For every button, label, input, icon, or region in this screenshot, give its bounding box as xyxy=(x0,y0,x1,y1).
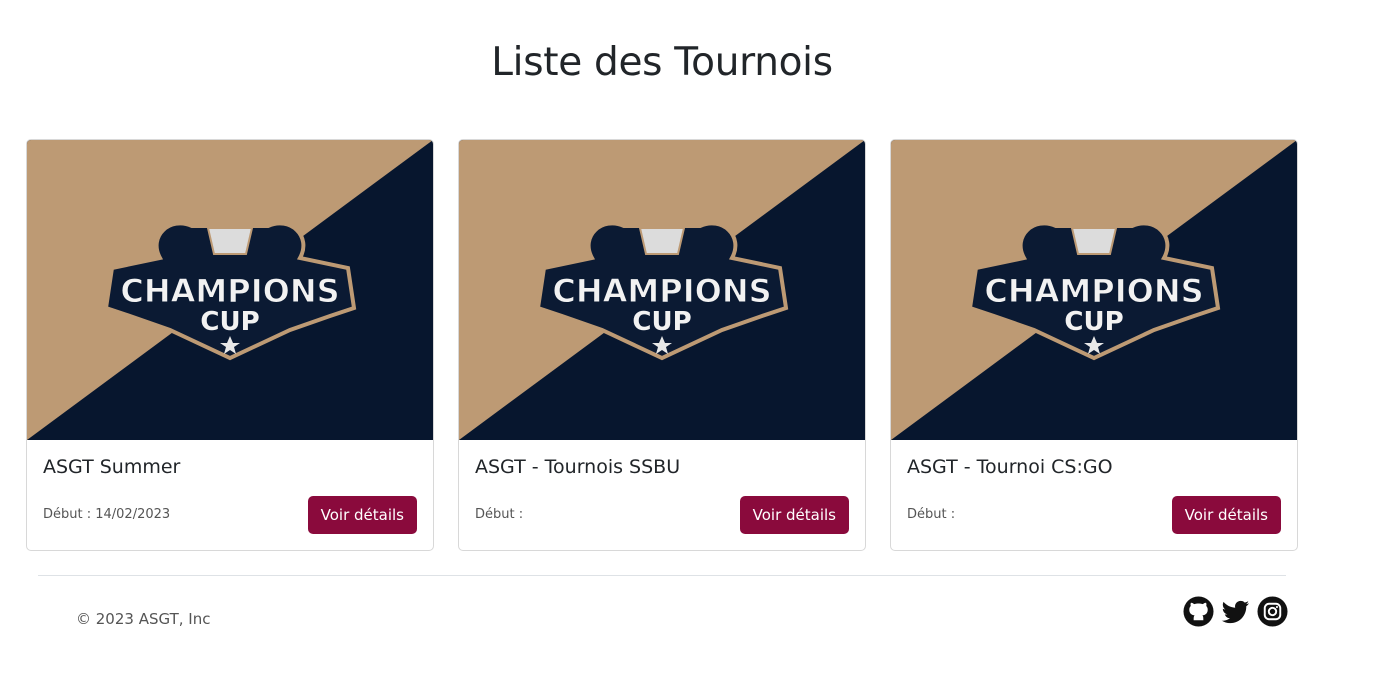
tournament-image: CHAMPIONS CUP xyxy=(459,140,865,440)
tournament-name: ASGT - Tournois SSBU xyxy=(475,456,681,478)
tournament-name: ASGT Summer xyxy=(43,456,181,478)
instagram-icon[interactable] xyxy=(1257,596,1288,627)
tournament-start-date: Début : xyxy=(907,507,956,522)
footer-divider xyxy=(38,575,1286,576)
tournament-start-date: Début : xyxy=(475,507,524,522)
tournament-name: ASGT - Tournoi CS:GO xyxy=(907,456,1113,478)
view-details-button[interactable]: Voir détails xyxy=(307,496,417,534)
tournament-card: CHAMPIONS CUP ASGT - Tournoi CS:GO Début… xyxy=(890,139,1298,551)
tournament-card: CHAMPIONS CUP ASGT - Tournois SSBU Début… xyxy=(458,139,866,551)
tournament-start-date: Début : 14/02/2023 xyxy=(43,507,171,522)
copyright-text: © 2023 ASGT, Inc xyxy=(76,610,211,628)
banner-title-text: CHAMPIONS xyxy=(984,272,1203,310)
banner-subtitle-text: CUP xyxy=(632,307,691,337)
tournament-image: CHAMPIONS CUP xyxy=(27,140,433,440)
banner-title-text: CHAMPIONS xyxy=(120,272,339,310)
social-links xyxy=(1183,596,1288,627)
tournament-card: CHAMPIONS CUP ASGT Summer Début : 14/02/… xyxy=(26,139,434,551)
banner-subtitle-text: CUP xyxy=(200,307,259,337)
tournament-list: CHAMPIONS CUP ASGT Summer Début : 14/02/… xyxy=(26,139,1298,551)
github-icon[interactable] xyxy=(1183,596,1214,627)
view-details-button[interactable]: Voir détails xyxy=(1171,496,1281,534)
page-title: Liste des Tournois xyxy=(491,40,833,85)
banner-title-text: CHAMPIONS xyxy=(552,272,771,310)
view-details-button[interactable]: Voir détails xyxy=(739,496,849,534)
twitter-icon[interactable] xyxy=(1220,596,1251,627)
banner-subtitle-text: CUP xyxy=(1064,307,1123,337)
tournament-image: CHAMPIONS CUP xyxy=(891,140,1297,440)
